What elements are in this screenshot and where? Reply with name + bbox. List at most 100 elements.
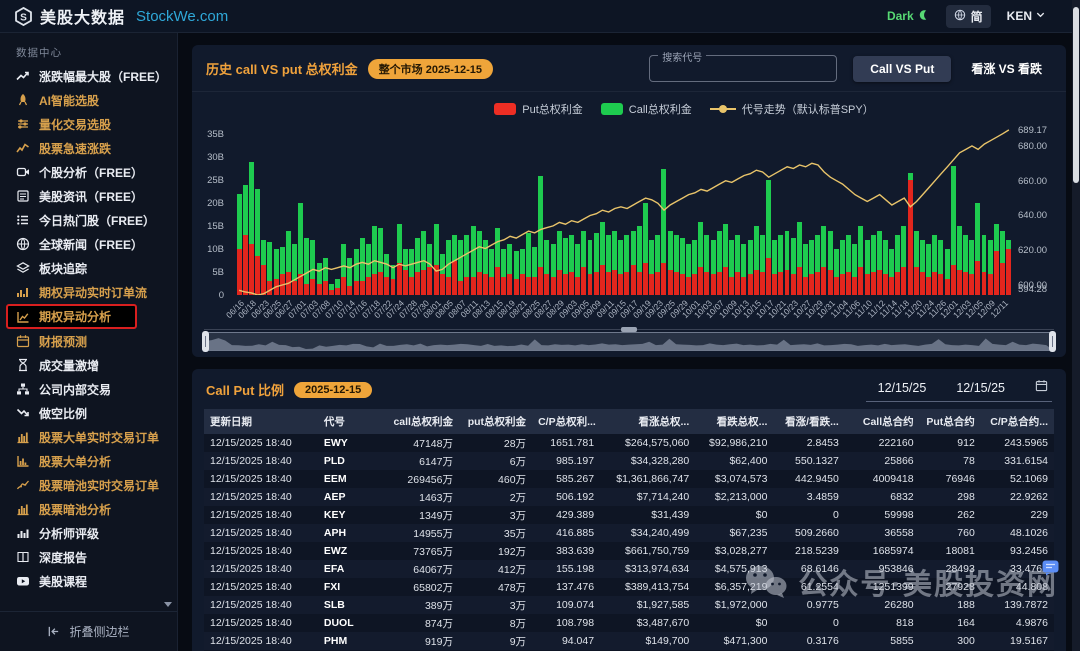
datazoom-grip[interactable] xyxy=(621,327,637,332)
spark-icon xyxy=(16,141,30,155)
sidebar-item-22[interactable]: 美股课程 xyxy=(0,569,177,593)
page-scrollbar[interactable] xyxy=(1072,0,1080,651)
column-header-7[interactable]: 看跌总权... xyxy=(695,409,773,434)
table-row-AEP[interactable]: 12/15/2025 18:40AEP1463万2万506.192$7,714,… xyxy=(204,488,1054,506)
table-row-FXI[interactable]: 12/15/2025 18:40FXI65802万478万137.476$389… xyxy=(204,578,1054,596)
datazoom-handle-left[interactable] xyxy=(202,331,209,352)
table-row-EWY[interactable]: 12/15/2025 18:40EWY47148万28万1651.781$264… xyxy=(204,434,1054,452)
date-from[interactable]: 12/15/25 xyxy=(878,381,927,395)
sidebar-section-label: 数据中心 xyxy=(0,33,177,64)
ticker-cell: APH xyxy=(318,524,371,542)
sidebar-scroll-caret[interactable] xyxy=(164,602,172,607)
sidebar-item-5[interactable]: 个股分析（FREE） xyxy=(0,160,177,184)
column-header-8[interactable]: 看涨/看跌... xyxy=(773,409,844,434)
datazoom-band[interactable] xyxy=(204,332,1054,351)
column-header-3[interactable]: call总权利金 xyxy=(371,409,459,434)
column-header-5[interactable]: C/P总权利... xyxy=(532,409,600,434)
sidebar-item-label: 美股课程 xyxy=(39,573,87,590)
brand[interactable]: S 美股大数据 StockWe.com xyxy=(14,4,228,28)
sidebar-item-10[interactable]: 期权异动实时订单流 xyxy=(0,280,177,304)
column-header-6[interactable]: 看涨总权... xyxy=(600,409,695,434)
data-cell: 912 xyxy=(920,434,981,452)
sidebar-item-16[interactable]: 股票大单实时交易订单 xyxy=(0,425,177,449)
chat-bubble-button[interactable] xyxy=(1042,560,1059,581)
sidebar-item-label: 个股分析（FREE） xyxy=(39,164,143,181)
data-cell: 139.7872 xyxy=(981,596,1054,614)
sidebar-item-18[interactable]: 股票暗池实时交易订单 xyxy=(0,473,177,497)
news-icon xyxy=(16,189,30,203)
table-row-PHM[interactable]: 12/15/2025 18:40PHM919万9万94.047$149,700$… xyxy=(204,632,1054,650)
table-row-EFA[interactable]: 12/15/2025 18:40EFA64067万412万155.198$313… xyxy=(204,560,1054,578)
language-switch[interactable]: 简 xyxy=(946,5,991,28)
sidebar-item-12[interactable]: 财报预测 xyxy=(0,329,177,353)
data-cell: 429.389 xyxy=(532,506,600,524)
ticker-cell: KEY xyxy=(318,506,371,524)
table-date-badge: 2025-12-15 xyxy=(294,382,372,398)
table-row-KEY[interactable]: 12/15/2025 18:40KEY1349万3万429.389$31,439… xyxy=(204,506,1054,524)
darkflow-icon xyxy=(16,478,30,492)
sidebar-item-1[interactable]: 涨跌幅最大股（FREE） xyxy=(0,64,177,88)
data-cell: 243.5965 xyxy=(981,434,1054,452)
data-cell: 35万 xyxy=(459,524,532,542)
sidebar-item-17[interactable]: 股票大单分析 xyxy=(0,449,177,473)
play-icon xyxy=(16,574,30,588)
sidebar-item-9[interactable]: 板块追踪 xyxy=(0,256,177,280)
symbol-search-box: 搜索代号 xyxy=(649,55,837,82)
data-cell: 3万 xyxy=(459,506,532,524)
sidebar-item-11[interactable]: 期权异动分析 xyxy=(6,304,137,329)
sidebar-item-20[interactable]: 分析师评级 xyxy=(0,521,177,545)
sidebar-item-label: 股票大单实时交易订单 xyxy=(39,429,159,446)
data-cell: 108.798 xyxy=(532,614,600,632)
sidebar-item-2[interactable]: AI智能选股 xyxy=(0,88,177,112)
call-vs-put-button[interactable]: Call VS Put xyxy=(853,56,951,82)
chart-legend: Put总权利金 Call总权利金 代号走势（默认标普SPY） xyxy=(247,92,1080,123)
table-row-APH[interactable]: 12/15/2025 18:40APH14955万35万416.885$34,2… xyxy=(204,524,1054,542)
table-row-SLB[interactable]: 12/15/2025 18:40SLB389万3万109.074$1,927,5… xyxy=(204,596,1054,614)
legend-item[interactable]: Put总权利金 xyxy=(494,101,583,117)
data-cell: 36558 xyxy=(845,524,920,542)
user-menu[interactable]: KEN xyxy=(1007,9,1046,23)
column-header-9[interactable]: Call总合约 xyxy=(845,409,920,434)
bull-vs-bear-button[interactable]: 看涨 VS 看跌 xyxy=(961,54,1052,83)
ticker-cell: EFA xyxy=(318,560,371,578)
sidebar-item-8[interactable]: 全球新闻（FREE） xyxy=(0,232,177,256)
legend-item[interactable]: Call总权利金 xyxy=(601,101,692,117)
data-cell: $264,575,060 xyxy=(600,434,695,452)
data-cell: 12/15/2025 18:40 xyxy=(204,470,318,488)
date-range-picker[interactable]: 12/15/25 12/15/25 xyxy=(866,377,1052,402)
datazoom-handle-right[interactable] xyxy=(1049,331,1056,352)
table-row-DUOL[interactable]: 12/15/2025 18:40DUOL874万8万108.798$3,487,… xyxy=(204,614,1054,632)
data-cell: 28493 xyxy=(920,560,981,578)
table-row-PLD[interactable]: 12/15/2025 18:40PLD6147万6万985.197$34,328… xyxy=(204,452,1054,470)
column-header-4[interactable]: put总权利金 xyxy=(459,409,532,434)
table-row-EEM[interactable]: 12/15/2025 18:40EEM269456万460万585.267$1,… xyxy=(204,470,1054,488)
column-header-2[interactable]: 代号 xyxy=(318,409,371,434)
legend-label: Call总权利金 xyxy=(629,101,692,117)
data-cell: $62,400 xyxy=(695,452,773,470)
legend-item[interactable]: 代号走势（默认标普SPY） xyxy=(710,101,874,117)
theme-toggle[interactable]: Dark xyxy=(887,9,930,24)
sidebar-item-14[interactable]: 公司内部交易 xyxy=(0,377,177,401)
y-left-tick: 35B xyxy=(207,129,224,140)
collapse-sidebar-button[interactable]: 折叠侧边栏 xyxy=(0,611,177,651)
data-cell: 48.1026 xyxy=(981,524,1054,542)
sidebar-item-19[interactable]: 股票暗池分析 xyxy=(0,497,177,521)
data-cell: 64067万 xyxy=(371,560,459,578)
scrollbar-thumb[interactable] xyxy=(1073,7,1079,183)
sidebar-item-3[interactable]: 量化交易选股 xyxy=(0,112,177,136)
column-header-1[interactable]: 更新日期 xyxy=(204,409,318,434)
column-header-11[interactable]: C/P总合约... xyxy=(981,409,1054,434)
sidebar-item-21[interactable]: 深度报告 xyxy=(0,545,177,569)
column-header-10[interactable]: Put总合约 xyxy=(920,409,981,434)
sidebar-item-6[interactable]: 美股资讯（FREE） xyxy=(0,184,177,208)
sidebar-item-15[interactable]: 做空比例 xyxy=(0,401,177,425)
data-cell: $3,074,573 xyxy=(695,470,773,488)
date-to[interactable]: 12/15/25 xyxy=(956,381,1005,395)
calendar-icon[interactable] xyxy=(1035,379,1048,397)
sidebar-item-13[interactable]: 成交量激增 xyxy=(0,353,177,377)
table-row-EWZ[interactable]: 12/15/2025 18:40EWZ73765万192万383.639$661… xyxy=(204,542,1054,560)
sidebar-item-4[interactable]: 股票急速涨跌 xyxy=(0,136,177,160)
sidebar-item-7[interactable]: 今日热门股（FREE） xyxy=(0,208,177,232)
datazoom-slider[interactable] xyxy=(204,327,1054,351)
data-cell: $92,986,210 xyxy=(695,434,773,452)
